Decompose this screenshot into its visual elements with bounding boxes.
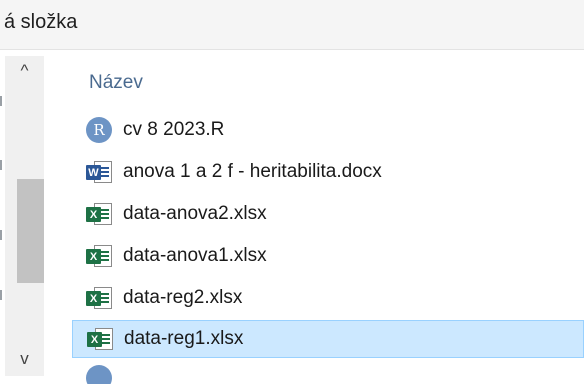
scroll-thumb[interactable] — [17, 179, 44, 283]
excel-spreadsheet-icon: X — [87, 326, 115, 352]
file-name: data-reg2.xlsx — [123, 287, 243, 308]
chevron-down-icon: v — [20, 349, 29, 368]
excel-spreadsheet-icon: X — [86, 285, 114, 311]
file-name: cv 8 2023.R — [123, 119, 225, 140]
word-document-icon: W — [86, 159, 114, 185]
vertical-scrollbar[interactable]: ^ v — [5, 56, 44, 376]
nav-indicator — [0, 160, 2, 170]
file-row[interactable]: X data-anova2.xlsx — [72, 196, 584, 232]
file-name: data-anova2.xlsx — [123, 203, 267, 224]
scroll-down-button[interactable]: v — [5, 344, 44, 374]
file-name: anova 1 a 2 f - heritabilita.docx — [123, 161, 382, 182]
scroll-up-button[interactable]: ^ — [5, 56, 44, 86]
r-script-icon: R — [86, 117, 114, 143]
chevron-up-icon: ^ — [20, 61, 29, 80]
nav-indicator — [0, 230, 2, 240]
file-list: Název R cv 8 2023.R W anova 1 a 2 f - he… — [48, 50, 584, 384]
file-name: data-reg1.xlsx — [124, 328, 244, 349]
file-row-selected[interactable]: X data-reg1.xlsx — [72, 320, 584, 358]
file-row-partial[interactable] — [72, 364, 584, 384]
file-row[interactable]: W anova 1 a 2 f - heritabilita.docx — [72, 154, 584, 190]
file-row[interactable]: R cv 8 2023.R — [72, 112, 584, 148]
file-row[interactable]: X data-anova1.xlsx — [72, 238, 584, 274]
file-name: data-anova1.xlsx — [123, 245, 267, 266]
nav-indicator — [0, 290, 2, 300]
excel-spreadsheet-icon: X — [86, 201, 114, 227]
nav-indicator — [0, 96, 2, 106]
r-script-icon — [86, 365, 114, 384]
column-header-name[interactable]: Název — [89, 72, 143, 94]
file-row[interactable]: X data-reg2.xlsx — [72, 280, 584, 316]
breadcrumb-folder-name[interactable]: á složka — [4, 11, 77, 34]
excel-spreadsheet-icon: X — [86, 243, 114, 269]
address-bar[interactable]: á složka — [0, 0, 584, 50]
